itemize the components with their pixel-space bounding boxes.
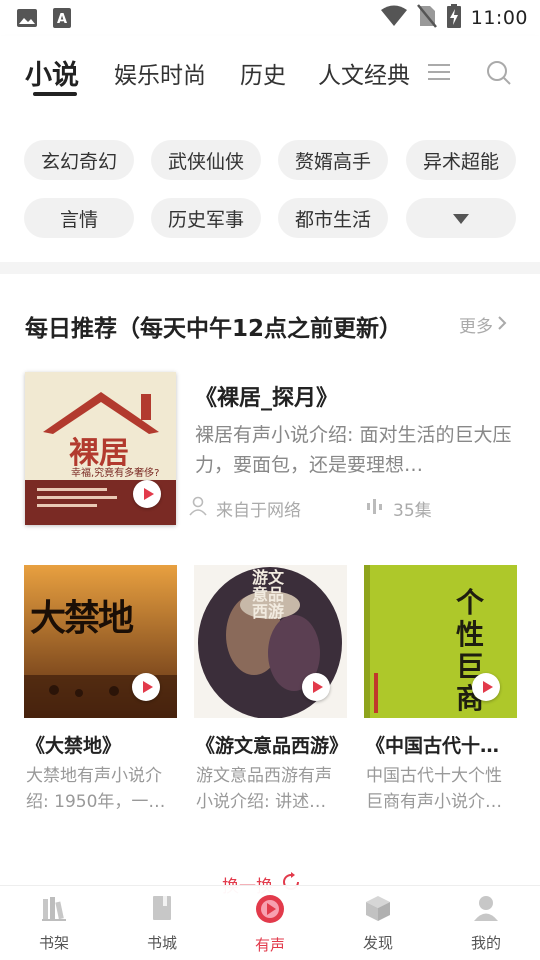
user-icon xyxy=(472,894,500,926)
active-tab-indicator xyxy=(33,92,77,96)
category-chip[interactable]: 玄幻奇幻 xyxy=(24,140,134,180)
expand-categories-button[interactable] xyxy=(406,198,516,238)
nav-label: 我的 xyxy=(470,934,501,952)
category-chip[interactable]: 言情 xyxy=(24,198,134,238)
tab-humanities[interactable]: 人文经典 xyxy=(318,56,410,90)
play-icon[interactable] xyxy=(302,673,330,701)
category-chip[interactable]: 历史军事 xyxy=(151,198,261,238)
book-cover[interactable]: 大禁地 xyxy=(24,565,177,718)
category-chip[interactable]: 异术超能 xyxy=(406,140,516,180)
wifi-icon xyxy=(380,5,407,31)
play-icon[interactable] xyxy=(132,673,160,701)
status-bar: A 11:00 xyxy=(0,0,540,36)
tab-entertainment[interactable]: 娱乐时尚 xyxy=(114,56,206,90)
bottom-nav: 书架 书城 有声 发现 我的 xyxy=(0,885,540,960)
category-grid: 玄幻奇幻 武侠仙侠 赘婿高手 异术超能 言情 历史军事 都市生活 xyxy=(0,108,540,262)
source-label: 来自于网络 xyxy=(216,501,301,521)
cover-subtitle: 幸福,究竟有多奢侈? xyxy=(71,468,160,479)
featured-source: 来自于网络 xyxy=(188,496,301,521)
person-icon xyxy=(188,496,208,521)
book-icon xyxy=(148,894,176,926)
nav-label: 发现 xyxy=(362,934,393,952)
image-icon xyxy=(16,7,38,33)
section-title: 每日推荐（每天中午12点之前更新） xyxy=(25,316,403,342)
book-description: 大禁地有声小说介绍: 1950年，一… xyxy=(26,766,166,812)
search-icon[interactable] xyxy=(486,60,512,90)
play-icon[interactable] xyxy=(472,673,500,701)
book-title: 《大禁地》 xyxy=(26,735,122,757)
top-nav: 小说 娱乐时尚 历史 人文经典 xyxy=(0,36,540,108)
featured-title: 《裸居_探月》 xyxy=(195,386,339,411)
nav-label: 书架 xyxy=(38,934,69,952)
play-icon[interactable] xyxy=(133,480,161,508)
cube-icon xyxy=(364,894,392,926)
category-chip[interactable]: 都市生活 xyxy=(278,198,388,238)
menu-icon[interactable] xyxy=(427,60,451,88)
book-cover[interactable]: 游文意品西游 xyxy=(194,565,347,718)
nav-audio[interactable]: 有声 xyxy=(235,894,305,955)
more-label: 更多 xyxy=(459,317,493,337)
nav-profile[interactable]: 我的 xyxy=(451,894,521,953)
book-cover[interactable]: 个性巨商 xyxy=(364,565,517,718)
episodes-count: 35集 xyxy=(393,501,432,521)
cover-title: 游文意品西游 xyxy=(252,568,285,621)
featured-book[interactable]: 裸居 幸福,究竟有多奢侈? 《裸居_探月》 裸居有声小说介绍: 面对生活的巨大压… xyxy=(25,372,517,527)
clock-time: 11:00 xyxy=(470,7,528,29)
nav-bookstore[interactable]: 书城 xyxy=(127,894,197,953)
book-cover[interactable]: 裸居 幸福,究竟有多奢侈? xyxy=(25,372,176,525)
audio-play-icon xyxy=(255,894,285,928)
book-description: 中国古代十大个性巨商有声小说介… xyxy=(366,766,502,812)
no-sim-icon xyxy=(416,4,437,32)
nav-discover[interactable]: 发现 xyxy=(343,894,413,953)
category-chip[interactable]: 武侠仙侠 xyxy=(151,140,261,180)
featured-description: 裸居有声小说介绍: 面对生活的巨大压力，要面包，还是要理想… xyxy=(195,424,512,476)
book-title: 《中国古代十大个性巨商》 xyxy=(366,735,518,757)
category-chip[interactable]: 赘婿高手 xyxy=(278,140,388,180)
more-link[interactable]: 更多 xyxy=(459,312,507,337)
triangle-down-icon xyxy=(453,207,469,229)
bookshelf-icon xyxy=(40,894,68,926)
chevron-right-icon xyxy=(497,315,507,335)
nav-label: 书城 xyxy=(146,934,177,952)
cover-title: 大禁地 xyxy=(30,598,134,639)
section-divider xyxy=(0,262,540,274)
text-a-icon: A xyxy=(52,7,72,33)
tab-history[interactable]: 历史 xyxy=(240,56,286,90)
battery-charging-icon xyxy=(446,4,461,32)
nav-bookshelf[interactable]: 书架 xyxy=(19,894,89,953)
tab-novel[interactable]: 小说 xyxy=(25,53,79,92)
featured-episodes: 35集 xyxy=(365,496,432,521)
book-title: 《游文意品西游》 xyxy=(196,735,348,757)
svg-text:A: A xyxy=(57,12,67,27)
book-description: 游文意品西游有声小说介绍: 讲述… xyxy=(196,766,332,812)
audio-bars-icon xyxy=(365,496,385,521)
nav-label: 有声 xyxy=(254,936,285,954)
